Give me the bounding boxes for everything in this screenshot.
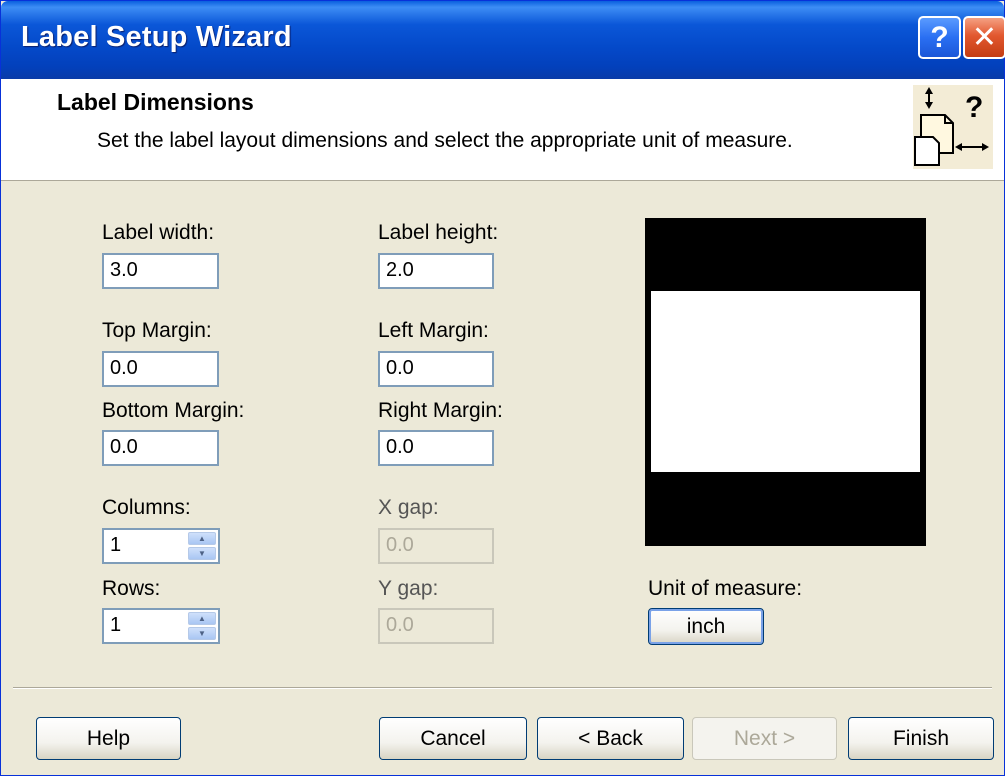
rows-value: 1 bbox=[110, 614, 122, 636]
close-button[interactable]: ✕ bbox=[963, 16, 1005, 59]
columns-stepper[interactable]: 1 ▲ ▼ bbox=[102, 528, 220, 564]
bottom-margin-label: Bottom Margin: bbox=[102, 399, 245, 422]
header-panel: Label Dimensions Set the label layout di… bbox=[1, 79, 1004, 181]
help-button-label: Help bbox=[86, 726, 131, 750]
y-gap-value: 0.0 bbox=[386, 614, 414, 636]
page-title: Label Dimensions bbox=[57, 89, 254, 115]
close-icon: ✕ bbox=[971, 21, 998, 54]
columns-up-arrow-icon[interactable]: ▲ bbox=[188, 532, 216, 545]
label-width-value: 3.0 bbox=[110, 259, 138, 281]
svg-text:?: ? bbox=[965, 91, 983, 124]
unit-of-measure-value: inch bbox=[686, 614, 726, 638]
rows-label: Rows: bbox=[102, 577, 161, 600]
footer-separator bbox=[13, 687, 992, 689]
columns-spin-buttons: ▲ ▼ bbox=[188, 532, 216, 560]
label-width-field[interactable]: 3.0 bbox=[102, 253, 219, 289]
next-button-label: Next > bbox=[733, 726, 796, 750]
page-subtitle: Set the label layout dimensions and sele… bbox=[97, 129, 793, 152]
label-height-field[interactable]: 2.0 bbox=[378, 253, 494, 289]
cancel-button-label: Cancel bbox=[420, 726, 486, 750]
cancel-button[interactable]: Cancel bbox=[379, 717, 527, 760]
right-margin-field[interactable]: 0.0 bbox=[378, 430, 494, 466]
finish-button[interactable]: Finish bbox=[848, 717, 994, 760]
columns-value: 1 bbox=[110, 534, 122, 556]
left-margin-field[interactable]: 0.0 bbox=[378, 351, 494, 387]
rows-spin-buttons: ▲ ▼ bbox=[188, 612, 216, 640]
y-gap-label: Y gap: bbox=[378, 577, 439, 600]
next-button: Next > bbox=[692, 717, 837, 760]
bottom-margin-value: 0.0 bbox=[110, 436, 138, 458]
question-icon: ? bbox=[930, 20, 949, 54]
x-gap-field: 0.0 bbox=[378, 528, 494, 564]
rows-up-arrow-icon[interactable]: ▲ bbox=[188, 612, 216, 625]
finish-button-label: Finish bbox=[892, 726, 950, 750]
window-title: Label Setup Wizard bbox=[21, 21, 292, 53]
title-bar[interactable]: Label Setup Wizard ? ✕ bbox=[1, 1, 1005, 79]
left-margin-label: Left Margin: bbox=[378, 319, 489, 342]
x-gap-label: X gap: bbox=[378, 496, 439, 519]
columns-label: Columns: bbox=[102, 496, 191, 519]
bottom-margin-field[interactable]: 0.0 bbox=[102, 430, 219, 466]
help-title-button[interactable]: ? bbox=[918, 16, 961, 59]
rows-down-arrow-icon[interactable]: ▼ bbox=[188, 627, 216, 640]
rows-stepper[interactable]: 1 ▲ ▼ bbox=[102, 608, 220, 644]
columns-down-arrow-icon[interactable]: ▼ bbox=[188, 547, 216, 560]
top-margin-value: 0.0 bbox=[110, 357, 138, 379]
help-button[interactable]: Help bbox=[36, 717, 181, 760]
label-width-label: Label width: bbox=[102, 221, 215, 244]
top-margin-label: Top Margin: bbox=[102, 319, 212, 342]
label-dimensions-icon: ? bbox=[913, 85, 993, 169]
unit-of-measure-button[interactable]: inch bbox=[648, 608, 764, 645]
back-button[interactable]: < Back bbox=[537, 717, 684, 760]
label-preview-area bbox=[651, 291, 920, 472]
left-margin-value: 0.0 bbox=[386, 357, 414, 379]
right-margin-label: Right Margin: bbox=[378, 399, 503, 422]
right-margin-value: 0.0 bbox=[386, 436, 414, 458]
label-height-label: Label height: bbox=[378, 221, 499, 244]
wizard-window: Label Setup Wizard ? ✕ Label Dimensions … bbox=[0, 0, 1005, 776]
unit-of-measure-label: Unit of measure: bbox=[648, 577, 803, 600]
label-preview bbox=[645, 218, 926, 546]
label-height-value: 2.0 bbox=[386, 259, 414, 281]
top-margin-field[interactable]: 0.0 bbox=[102, 351, 219, 387]
x-gap-value: 0.0 bbox=[386, 534, 414, 556]
back-button-label: < Back bbox=[578, 726, 643, 750]
y-gap-field: 0.0 bbox=[378, 608, 494, 644]
